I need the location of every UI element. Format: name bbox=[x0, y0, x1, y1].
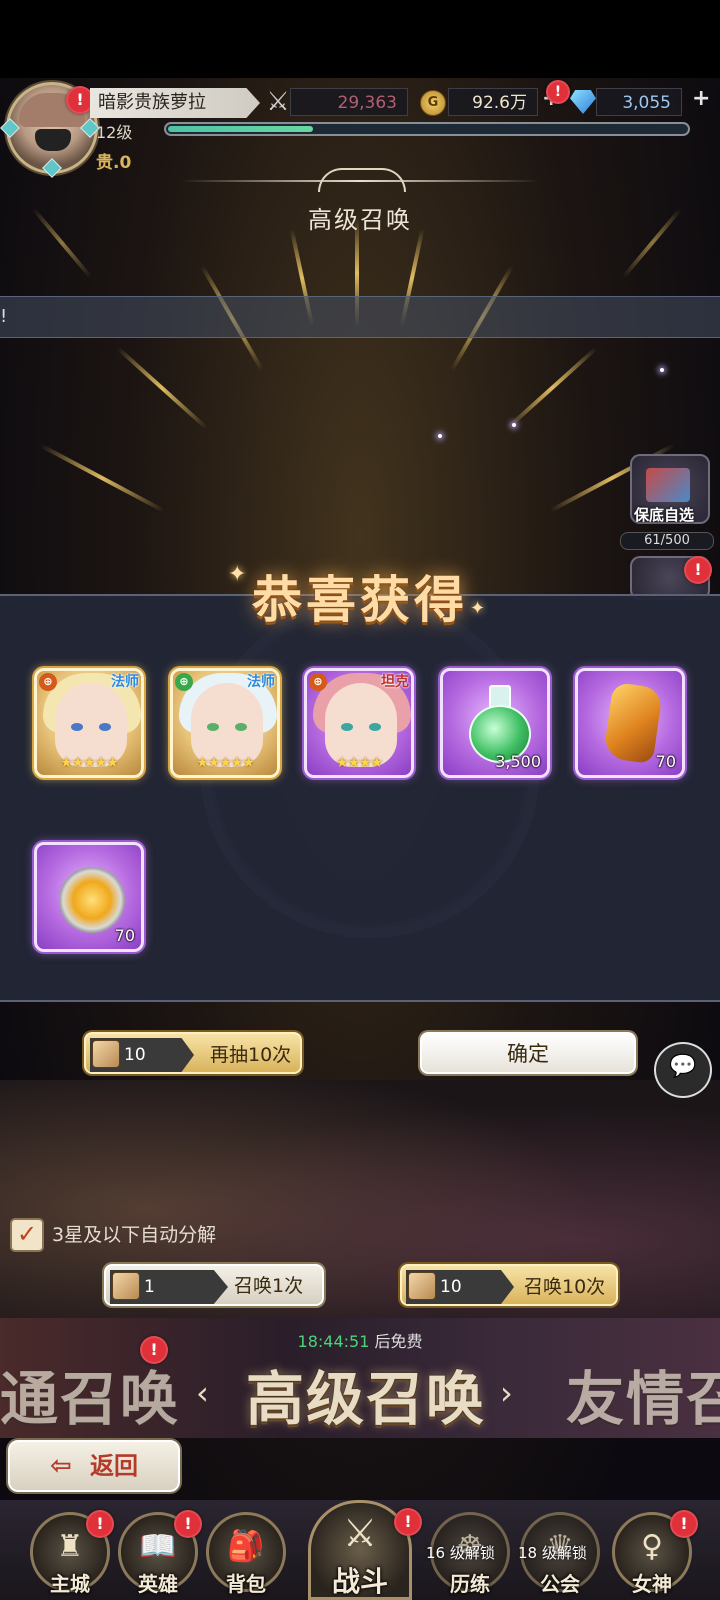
guarantee-progress: 61/500 bbox=[620, 532, 714, 550]
summon-1-label: 召唤1次 bbox=[234, 1275, 304, 1297]
nav-training-lock: 16 级解锁 bbox=[426, 1544, 495, 1562]
item-count: 70 bbox=[114, 926, 135, 945]
nav-backpack-label: 背包 bbox=[226, 1572, 266, 1596]
star-rating: ★★★★★ bbox=[196, 755, 255, 771]
gold-value: 92.6万 bbox=[448, 88, 538, 116]
goddess-icon: ♀ bbox=[641, 1529, 663, 1564]
back-button[interactable]: ⇦ 返回 bbox=[8, 1440, 180, 1492]
nav-guild-lock: 18 级解锁 bbox=[518, 1544, 587, 1562]
reward-orb[interactable]: 70 bbox=[34, 842, 144, 952]
chat-icon[interactable]: 💬 bbox=[654, 1042, 712, 1098]
back-arrow-icon: ⇦ bbox=[50, 1451, 72, 1481]
reward-title: 恭喜获得 bbox=[252, 571, 468, 629]
faction-icon: ⊕ bbox=[309, 673, 327, 691]
rune-stone-icon bbox=[602, 681, 664, 765]
summon-scroll-icon bbox=[408, 1272, 436, 1300]
role-label: 坦克 bbox=[381, 674, 409, 690]
notice-strip: ! bbox=[0, 296, 720, 338]
mode-normal-summon[interactable]: 通召唤 bbox=[0, 1352, 180, 1436]
mask-icon bbox=[35, 129, 71, 151]
guarantee-select-label: 保底自选 bbox=[633, 506, 694, 524]
page-title: 高级召唤 bbox=[308, 206, 412, 234]
summon-1-button[interactable]: 1 召唤1次 bbox=[104, 1264, 324, 1306]
timer-suffix: 后免费 bbox=[369, 1332, 423, 1351]
mode-advanced-summon[interactable]: 高级召唤 bbox=[246, 1352, 486, 1436]
nav-battle-alert-badge: ! bbox=[394, 1508, 422, 1536]
nav-heroes-alert-badge: ! bbox=[174, 1510, 202, 1538]
reward-hero-3[interactable]: ⊕ 坦克 ★★★★ bbox=[304, 668, 414, 778]
item-count: 70 bbox=[655, 752, 676, 771]
nav-battle-label: 战斗 bbox=[331, 1565, 388, 1598]
auto-decompose-checkbox[interactable]: ✓ bbox=[10, 1218, 44, 1252]
star-rating: ★★★★★ bbox=[60, 755, 119, 771]
exp-bar-fill bbox=[168, 126, 313, 132]
diamond-add-button[interactable]: + bbox=[692, 86, 710, 111]
backpack-icon: 🎒 bbox=[227, 1529, 265, 1564]
reward-hero-1[interactable]: ⊕ 法师 ★★★★★ bbox=[34, 668, 144, 778]
nav-training-label: 历练 bbox=[450, 1572, 490, 1596]
cards-icon bbox=[646, 468, 690, 502]
gold-alert-badge: ! bbox=[546, 80, 570, 104]
redraw-label: 再抽10次 bbox=[210, 1044, 292, 1066]
player-level: 12级 bbox=[96, 123, 133, 142]
faction-icon: ⊕ bbox=[39, 673, 57, 691]
redraw-button[interactable]: 10 再抽10次 bbox=[84, 1032, 302, 1074]
player-name: 暗影贵族萝拉 bbox=[90, 88, 260, 118]
nav-guild-label: 公会 bbox=[540, 1572, 580, 1596]
reward-hero-2[interactable]: ⊕ 法师 ★★★★★ bbox=[170, 668, 280, 778]
reward-stone[interactable]: 70 bbox=[575, 668, 685, 778]
avatar-alert-badge: ! bbox=[66, 86, 94, 114]
role-label: 法师 bbox=[111, 674, 139, 690]
item-count: 3,500 bbox=[495, 752, 541, 771]
confirm-button[interactable]: 确定 bbox=[420, 1032, 636, 1074]
role-label: 法师 bbox=[247, 674, 275, 690]
chevron-right-icon[interactable]: › bbox=[500, 1374, 513, 1412]
castle-icon: ♜ bbox=[56, 1529, 84, 1564]
title-ornament-icon bbox=[318, 168, 406, 192]
reward-potion[interactable]: 3,500 bbox=[440, 668, 550, 778]
diamond-value: 3,055 bbox=[596, 88, 682, 116]
free-timer: 18:44:51 后免费 bbox=[0, 1328, 720, 1352]
nav-goddess-alert-badge: ! bbox=[670, 1510, 698, 1538]
summon-scroll-icon bbox=[112, 1272, 140, 1300]
auto-decompose-label: 3星及以下自动分解 bbox=[52, 1224, 217, 1246]
back-label: 返回 bbox=[90, 1452, 138, 1480]
normal-summon-alert-badge: ! bbox=[140, 1336, 168, 1364]
nav-goddess-label: 女神 bbox=[632, 1572, 672, 1596]
gold-coin-icon: G bbox=[420, 90, 446, 116]
summon-10-label: 召唤10次 bbox=[524, 1276, 606, 1298]
nav-heroes-label: 英雄 bbox=[138, 1572, 178, 1596]
nav-main-city-label: 主城 bbox=[50, 1572, 90, 1596]
book-icon: 📖 bbox=[139, 1529, 177, 1564]
power-value: 29,363 bbox=[290, 88, 408, 116]
chevron-left-icon[interactable]: ‹ bbox=[196, 1374, 209, 1412]
faction-icon: ⊕ bbox=[175, 673, 193, 691]
nav-main-city-alert-badge: ! bbox=[86, 1510, 114, 1538]
noble-rank: 贵.0 bbox=[96, 153, 132, 173]
summon-10-button[interactable]: 10 召唤10次 bbox=[400, 1264, 618, 1306]
orb-icon bbox=[59, 867, 125, 933]
summon-scroll-icon bbox=[92, 1040, 120, 1068]
timer-value: 18:44:51 bbox=[297, 1332, 370, 1351]
crossed-swords-icon: ⚔ bbox=[342, 1511, 378, 1555]
star-rating: ★★★★ bbox=[335, 755, 383, 771]
exp-bar bbox=[164, 122, 690, 136]
mode-friend-summon[interactable]: 友情召 bbox=[566, 1352, 720, 1436]
